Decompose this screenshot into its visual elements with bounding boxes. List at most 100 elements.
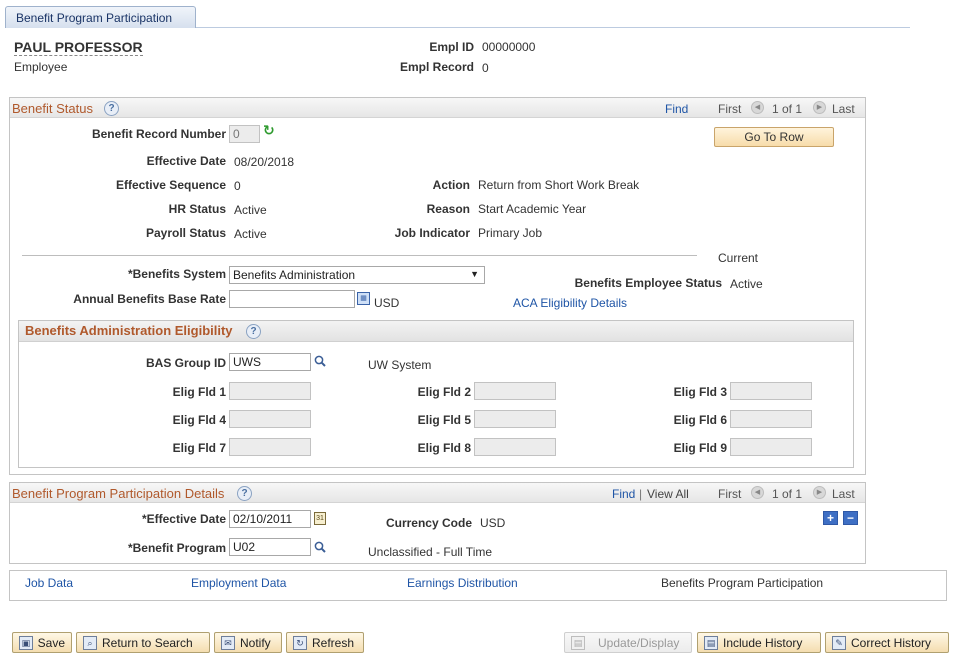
empl-record-label: Empl Record [399,60,474,74]
view-all-link[interactable]: View All [647,487,689,501]
hr-status-label: HR Status [168,202,226,216]
correct-history-icon: ✎ [832,635,846,650]
effective-date-label: Effective Date [146,154,226,168]
pager-text: 1 of 1 [772,487,803,501]
chevron-down-icon: ▼ [470,269,479,279]
correct-history-button[interactable]: ✎ Correct History [825,632,949,653]
elig-fld-8-label: Elig Fld 8 [417,441,471,455]
reason-value: Start Academic Year [478,202,587,216]
next-icon[interactable]: ▶ [813,101,826,114]
first-label: First [718,487,742,501]
previous-icon[interactable]: ◀ [751,486,764,499]
include-history-label: Include History [723,635,803,650]
delete-row-icon[interactable]: − [843,511,858,525]
elig-fld-4-field [229,410,311,428]
update-display-label: Update/Display [598,635,680,650]
pager-text: 1 of 1 [772,102,803,116]
last-label: Last [832,487,855,501]
aca-eligibility-link[interactable]: ACA Eligibility Details [513,296,627,310]
next-icon[interactable]: ▶ [813,486,826,499]
include-history-icon: ▤ [704,635,718,650]
participation-effective-date-input[interactable] [229,510,311,528]
participation-details-title: Benefit Program Participation Details [12,486,225,501]
annual-base-rate-input[interactable] [229,290,355,308]
update-display-button[interactable]: ▤ Update/Display [564,632,692,653]
add-row-icon[interactable]: + [823,511,838,525]
benefit-status-title: Benefit Status [12,101,93,116]
employment-data-link[interactable]: Employment Data [191,576,286,590]
refresh-icon: ↻ [293,635,307,650]
help-icon[interactable]: ? [246,324,261,339]
elig-fld-1-field [229,382,311,400]
return-to-search-button[interactable]: ⌕ Return to Search [76,632,210,653]
help-icon[interactable]: ? [104,101,119,116]
effective-date-value: 08/20/2018 [234,155,295,169]
bas-eligibility-title: Benefits Administration Eligibility [25,323,233,338]
currency-value: USD [374,296,400,310]
currency-code-label: Currency Code [385,516,472,530]
annual-base-rate-label: Annual Benefits Base Rate [73,292,226,306]
save-button-label: Save [37,635,65,650]
refresh-label: Refresh [312,635,355,650]
currency-code-value: USD [480,516,506,530]
elig-fld-9-field [730,438,812,456]
elig-fld-8-field [474,438,556,456]
divider [22,255,697,256]
find-link[interactable]: Find [665,102,688,116]
first-label: First [718,102,742,116]
empl-id-value: 00000000 [482,40,536,54]
benefits-employee-status-label: Benefits Employee Status [574,276,722,290]
elig-fld-1-label: Elig Fld 1 [172,385,226,399]
empl-id-label: Empl ID [429,40,474,54]
notify-button[interactable]: ✉ Notify [214,632,282,653]
job-indicator-value: Primary Job [478,226,543,240]
benefits-system-label: *Benefits System [127,267,226,281]
current-page-label: Benefits Program Participation [661,576,824,590]
go-to-row-button[interactable]: Go To Row [714,127,834,147]
benefits-system-select[interactable]: Benefits Administration ▼ [229,266,485,284]
previous-icon[interactable]: ◀ [751,101,764,114]
reason-label: Reason [426,202,470,216]
elig-fld-6-field [730,410,812,428]
benefits-employee-status-value: Active [730,277,763,291]
hr-status-value: Active [234,203,267,217]
calculator-icon[interactable]: ▦ [357,292,370,305]
update-display-icon: ▤ [571,635,585,650]
benefit-program-description: Unclassified - Full Time [368,545,493,559]
job-indicator-label: Job Indicator [394,226,470,240]
elig-fld-7-field [229,438,311,456]
bas-group-input[interactable] [229,353,311,371]
elig-fld-3-field [730,382,812,400]
page-tab[interactable]: Benefit Program Participation [5,6,196,28]
job-data-link[interactable]: Job Data [25,576,73,590]
search-icon[interactable] [314,355,326,367]
elig-fld-3-label: Elig Fld 3 [673,385,727,399]
payroll-status-value: Active [234,227,267,241]
notify-label: Notify [240,635,271,650]
benefits-system-value: Benefits Administration [233,268,356,282]
notify-icon: ✉ [221,635,235,650]
elig-fld-9-label: Elig Fld 9 [673,441,727,455]
include-history-button[interactable]: ▤ Include History [697,632,821,653]
correct-history-label: Correct History [851,635,932,650]
tab-divider [196,27,910,28]
earnings-distribution-link[interactable]: Earnings Distribution [407,576,518,590]
empl-record-value: 0 [482,61,489,75]
bas-group-description: UW System [368,358,432,372]
search-icon[interactable] [314,541,326,553]
help-icon[interactable]: ? [237,486,252,501]
save-button[interactable]: ▣ Save [12,632,72,653]
employee-type: Employee [14,60,68,74]
elig-fld-5-field [474,410,556,428]
effective-sequence-value: 0 [234,179,241,193]
benefit-program-input[interactable] [229,538,311,556]
find-link[interactable]: Find [612,487,635,501]
action-label: Action [432,178,470,192]
refresh-button[interactable]: ↻ Refresh [286,632,364,653]
elig-fld-2-field [474,382,556,400]
calendar-icon[interactable]: 31 [314,512,326,525]
elig-fld-5-label: Elig Fld 5 [417,413,471,427]
current-label: Current [718,251,759,265]
elig-fld-2-label: Elig Fld 2 [417,385,471,399]
refresh-icon[interactable]: ↻ [263,122,275,139]
